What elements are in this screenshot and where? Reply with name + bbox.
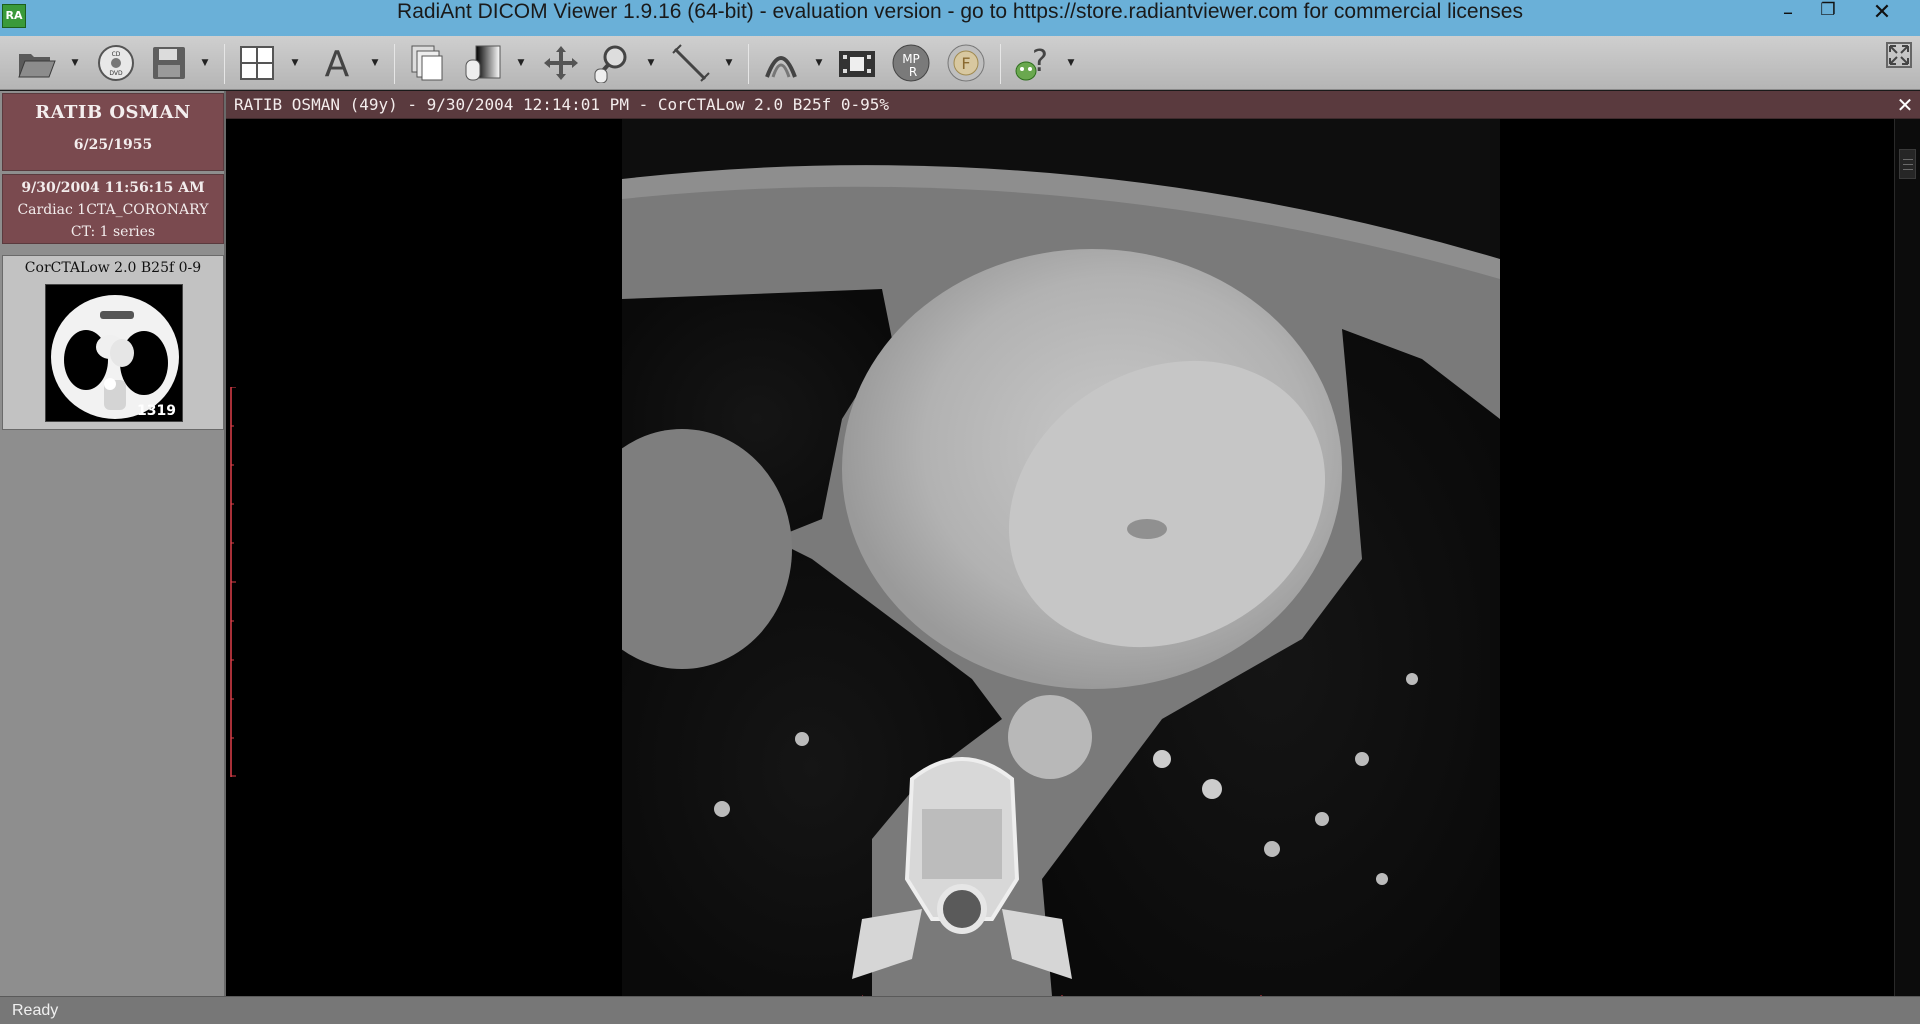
zoom-magnifier-icon[interactable]	[592, 42, 634, 84]
fusion-f-icon[interactable]: F	[945, 42, 987, 84]
viewer-header: RATIB OSMAN (49y) - 9/30/2004 12:14:01 P…	[226, 91, 1920, 119]
mpr-icon[interactable]: MP R	[890, 42, 932, 84]
status-text: Ready	[12, 1002, 59, 1019]
series-label: CorCTALow 2.0 B25f 0-9	[24, 260, 202, 276]
layout-dropdown-chevron-down-icon[interactable]: ▼	[288, 42, 302, 84]
help-icon[interactable]: ?	[1012, 42, 1054, 84]
fusion-filter-icon[interactable]	[760, 42, 802, 84]
study-card[interactable]: 9/30/2004 11:56:15 AM Cardiac 1CTA_CORON…	[2, 174, 224, 244]
patient-name: RATIB OSMAN	[35, 102, 191, 123]
study-description: Cardiac 1CTA_CORONARY	[17, 202, 209, 218]
study-panel: RATIB OSMAN 6/25/1955 9/30/2004 11:56:15…	[0, 91, 226, 996]
svg-text:F: F	[961, 54, 970, 73]
image-viewer: RATIB OSMAN (49y) - 9/30/2004 12:14:01 P…	[226, 91, 1920, 1001]
svg-text:DVD: DVD	[109, 70, 123, 77]
open-folder-icon[interactable]	[16, 42, 58, 84]
text-dropdown-chevron-down-icon[interactable]: ▼	[368, 42, 382, 84]
ct-image-area[interactable]	[226, 119, 1894, 1001]
svg-text:CD: CD	[112, 51, 121, 58]
vertical-scale-ruler	[230, 387, 236, 777]
ct-axial-slice[interactable]	[622, 119, 1500, 996]
study-series-count: CT: 1 series	[70, 224, 156, 240]
main-toolbar: ▼ CD DVD ▼ ▼ A ▼ ▼ ▼ ▼ ▼ MP R F ? ▼	[0, 36, 1920, 90]
window-level-icon[interactable]	[462, 42, 504, 84]
svg-text:A: A	[325, 44, 350, 82]
window-level-dropdown-chevron-down-icon[interactable]: ▼	[514, 42, 528, 84]
svg-text:?: ?	[1032, 44, 1048, 79]
pan-move-icon[interactable]	[540, 42, 582, 84]
series-stack-icon[interactable]	[406, 42, 448, 84]
fusion-dropdown-chevron-down-icon[interactable]: ▼	[812, 42, 826, 84]
measure-ruler-icon[interactable]	[670, 42, 712, 84]
fullscreen-icon[interactable]	[1884, 40, 1914, 70]
series-thumbnail-card[interactable]: CorCTALow 2.0 B25f 0-9 1319	[2, 255, 224, 430]
slice-scrollbar-thumb[interactable]	[1899, 149, 1916, 179]
save-dropdown-chevron-down-icon[interactable]: ▼	[198, 42, 212, 84]
slice-scrollbar[interactable]	[1894, 119, 1920, 996]
zoom-dropdown-chevron-down-icon[interactable]: ▼	[644, 42, 658, 84]
series-thumbnail-image[interactable]: 1319	[45, 284, 183, 422]
open-dropdown-chevron-down-icon[interactable]: ▼	[68, 42, 82, 84]
svg-text:R: R	[909, 65, 917, 79]
close-viewer-icon[interactable]: ✕	[1894, 91, 1916, 119]
svg-text:MP: MP	[902, 52, 920, 66]
cine-film-icon[interactable]	[836, 42, 878, 84]
minimize-button[interactable]: –	[1768, 0, 1808, 36]
viewer-header-text: RATIB OSMAN (49y) - 9/30/2004 12:14:01 P…	[234, 95, 890, 114]
text-annotation-icon[interactable]: A	[316, 42, 358, 84]
cd-dvd-icon[interactable]: CD DVD	[95, 42, 137, 84]
title-bar: RA RadiAnt DICOM Viewer 1.9.16 (64-bit) …	[0, 0, 1920, 36]
status-bar: Ready	[0, 996, 1920, 1024]
save-disk-icon[interactable]	[148, 42, 190, 84]
help-dropdown-chevron-down-icon[interactable]: ▼	[1064, 42, 1078, 84]
window-title: RadiAnt DICOM Viewer 1.9.16 (64-bit) - e…	[397, 0, 1523, 23]
measure-dropdown-chevron-down-icon[interactable]: ▼	[722, 42, 736, 84]
patient-card[interactable]: RATIB OSMAN 6/25/1955	[2, 93, 224, 171]
restore-button[interactable]: ❐	[1808, 0, 1848, 36]
close-window-button[interactable]: ✕	[1862, 0, 1902, 36]
patient-dob: 6/25/1955	[73, 137, 153, 153]
study-datetime: 9/30/2004 11:56:15 AM	[21, 180, 205, 196]
series-image-count: 1319	[137, 403, 176, 419]
layout-grid-icon[interactable]	[236, 42, 278, 84]
